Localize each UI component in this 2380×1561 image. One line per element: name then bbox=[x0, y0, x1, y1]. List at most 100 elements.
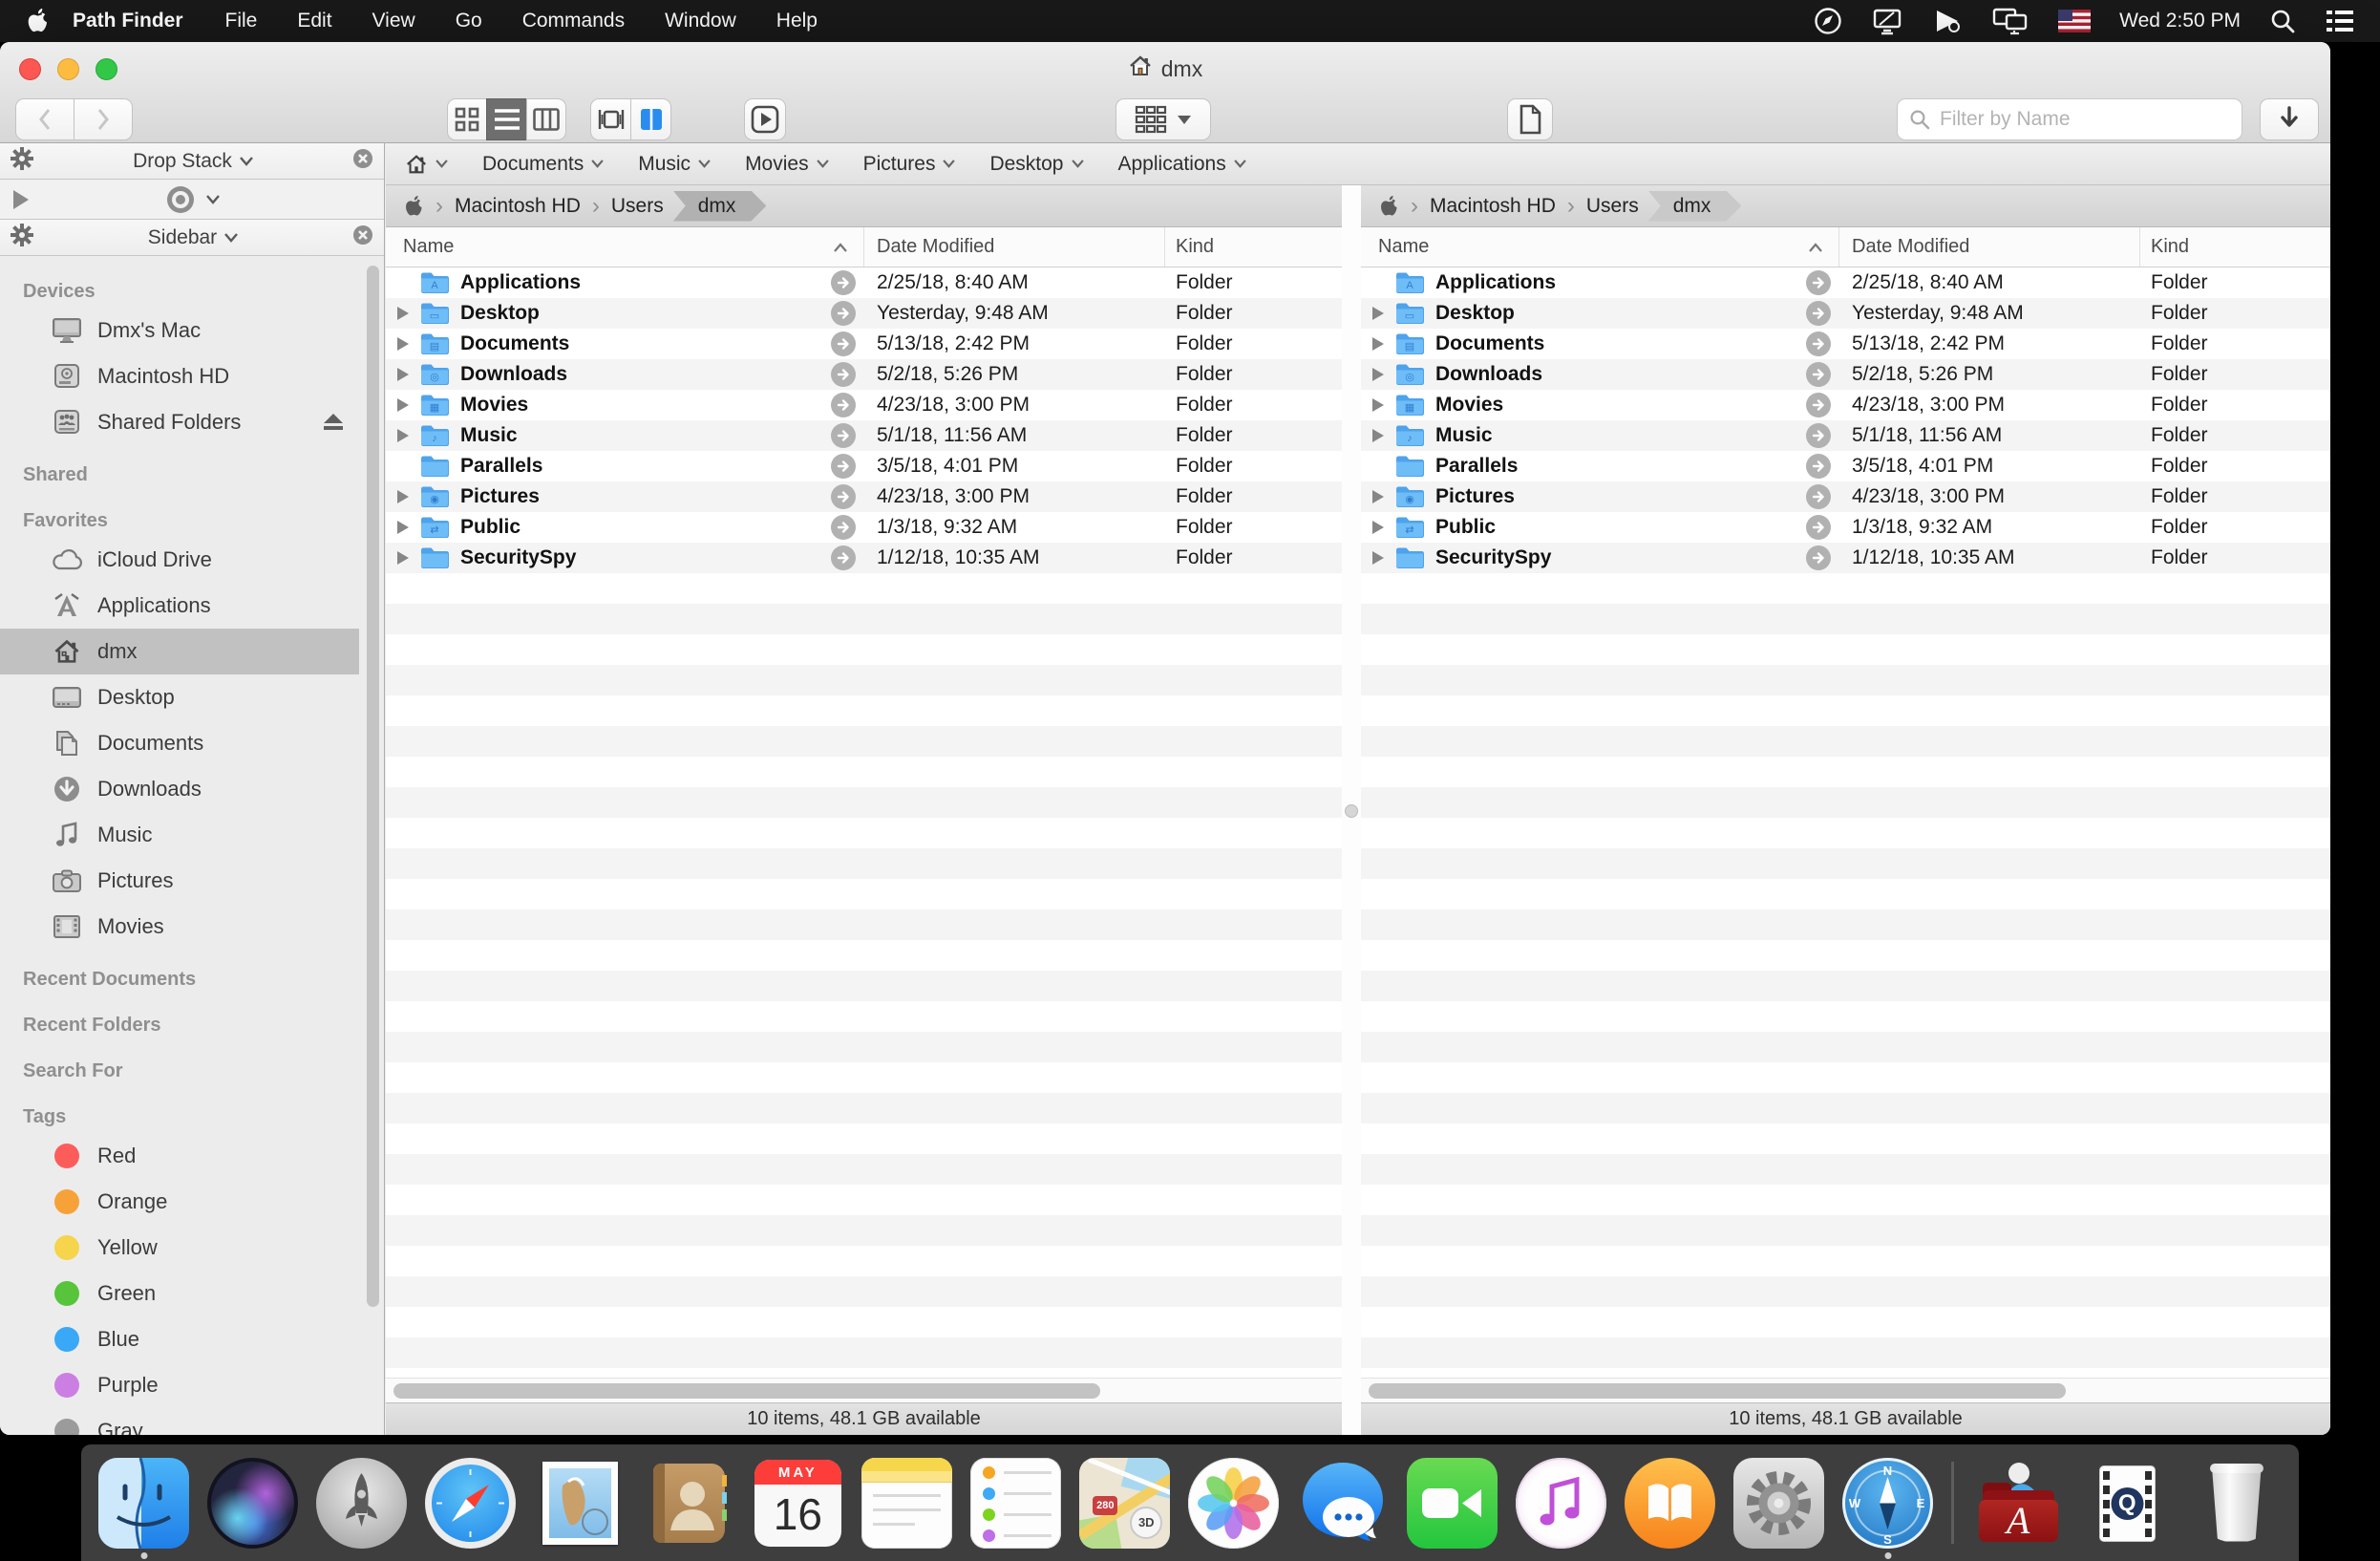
sidebar-scrollbar[interactable] bbox=[367, 262, 379, 1427]
single-pane-button[interactable] bbox=[590, 98, 631, 140]
horizontal-scrollbar[interactable] bbox=[386, 1378, 1342, 1402]
apple-icon[interactable] bbox=[403, 194, 424, 219]
apple-menu-icon[interactable] bbox=[25, 7, 50, 35]
disclosure-triangle-icon[interactable] bbox=[397, 551, 409, 565]
sidebar-item-dmx[interactable]: dmx bbox=[0, 629, 359, 674]
dock-itunes[interactable] bbox=[1516, 1458, 1606, 1549]
shortcut-music[interactable]: Music bbox=[638, 153, 711, 176]
sidebar-item-red[interactable]: Red bbox=[0, 1133, 359, 1179]
drop-stack-title[interactable]: Drop Stack bbox=[133, 150, 232, 173]
close-panel-icon[interactable] bbox=[351, 147, 374, 176]
forward-button[interactable] bbox=[74, 98, 133, 140]
reveal-arrow-button[interactable] bbox=[1806, 515, 1831, 540]
breadcrumb-item-users[interactable]: Users bbox=[611, 195, 664, 218]
reveal-arrow-button[interactable] bbox=[1806, 484, 1831, 509]
reveal-arrow-button[interactable] bbox=[1806, 454, 1831, 479]
download-arrow-button[interactable] bbox=[2260, 98, 2319, 140]
dual-pane-button-active[interactable] bbox=[630, 98, 671, 140]
apple-icon[interactable] bbox=[1378, 194, 1399, 219]
sidebar-panel-title[interactable]: Sidebar bbox=[148, 226, 217, 249]
file-row[interactable]: ⇄Public1/3/18, 9:32 AMFolder bbox=[386, 512, 1342, 543]
close-panel-icon[interactable] bbox=[351, 224, 374, 252]
file-row[interactable]: ◎Downloads5/2/18, 5:26 PMFolder bbox=[1361, 359, 2330, 390]
sidebar-item-yellow[interactable]: Yellow bbox=[0, 1225, 359, 1271]
dock-maps[interactable]: 2803D bbox=[1079, 1458, 1170, 1549]
dock-photos[interactable] bbox=[1188, 1458, 1279, 1549]
drop-stack-body[interactable] bbox=[0, 180, 384, 220]
dock-ibooks[interactable] bbox=[1625, 1458, 1715, 1549]
gear-icon[interactable] bbox=[10, 223, 34, 253]
sort-ascending-indicator[interactable] bbox=[1808, 227, 1823, 266]
sidebar-item-shared-folders[interactable]: Shared Folders bbox=[0, 399, 359, 445]
column-header-kind[interactable]: Kind bbox=[2151, 227, 2189, 266]
sidebar-item-downloads[interactable]: Downloads bbox=[0, 766, 359, 812]
shortcut-desktop[interactable]: Desktop bbox=[989, 153, 1083, 176]
menu-go[interactable]: Go bbox=[456, 10, 482, 32]
reveal-arrow-button[interactable] bbox=[831, 484, 856, 509]
column-header-name[interactable]: Name bbox=[403, 227, 454, 266]
reveal-arrow-button[interactable] bbox=[1806, 301, 1831, 326]
breadcrumb-item-root[interactable]: Macintosh HD bbox=[455, 195, 581, 218]
dock-reminders[interactable] bbox=[970, 1458, 1061, 1549]
file-row[interactable]: AApplications2/25/18, 8:40 AMFolder bbox=[1361, 267, 2330, 298]
file-row[interactable]: ▭DesktopYesterday, 9:48 AMFolder bbox=[386, 298, 1342, 329]
reveal-arrow-button[interactable] bbox=[831, 362, 856, 387]
disclosure-triangle-icon[interactable] bbox=[397, 368, 409, 381]
gear-icon[interactable] bbox=[10, 146, 34, 177]
reveal-arrow-button[interactable] bbox=[1806, 423, 1831, 448]
sidebar-item-desktop[interactable]: Desktop bbox=[0, 674, 359, 720]
dock-trash[interactable] bbox=[2191, 1458, 2282, 1549]
filter-input[interactable] bbox=[1938, 107, 2230, 132]
shortcut-applications[interactable]: Applications bbox=[1118, 153, 1246, 176]
info-document-button[interactable] bbox=[1507, 98, 1553, 140]
reveal-arrow-button[interactable] bbox=[831, 301, 856, 326]
notification-center-icon[interactable] bbox=[2325, 9, 2355, 33]
file-row[interactable]: SecuritySpy1/12/18, 10:35 AMFolder bbox=[1361, 543, 2330, 573]
sidebar-item-dmx-s-mac[interactable]: Dmx's Mac bbox=[0, 308, 359, 353]
sidebar-item-music[interactable]: Music bbox=[0, 812, 359, 858]
dock-contacts[interactable] bbox=[644, 1458, 734, 1549]
horizontal-scrollbar[interactable] bbox=[1361, 1378, 2330, 1402]
shortcut-pictures[interactable]: Pictures bbox=[863, 153, 956, 176]
disclosure-triangle-icon[interactable] bbox=[1372, 490, 1384, 503]
file-row[interactable]: ▤Documents5/13/18, 2:42 PMFolder bbox=[386, 329, 1342, 359]
disclosure-triangle-icon[interactable] bbox=[1372, 307, 1384, 320]
file-row[interactable]: ⇄Public1/3/18, 9:32 AMFolder bbox=[1361, 512, 2330, 543]
file-row[interactable]: ◎Downloads5/2/18, 5:26 PMFolder bbox=[386, 359, 1342, 390]
location-services-icon[interactable] bbox=[1814, 7, 1842, 35]
menu-file[interactable]: File bbox=[225, 10, 258, 32]
file-row[interactable]: Parallels3/5/18, 4:01 PMFolder bbox=[1361, 451, 2330, 481]
file-row[interactable]: ▦Movies4/23/18, 3:00 PMFolder bbox=[386, 390, 1342, 420]
displays-menu-icon[interactable] bbox=[1991, 7, 2029, 35]
reveal-arrow-button[interactable] bbox=[1806, 270, 1831, 295]
dock-acrobat[interactable]: A bbox=[1973, 1458, 2064, 1549]
menu-window[interactable]: Window bbox=[665, 10, 736, 32]
reveal-arrow-button[interactable] bbox=[1806, 362, 1831, 387]
file-row[interactable]: AApplications2/25/18, 8:40 AMFolder bbox=[386, 267, 1342, 298]
reveal-arrow-button[interactable] bbox=[1806, 545, 1831, 570]
sidebar-item-pictures[interactable]: Pictures bbox=[0, 858, 359, 904]
spotlight-search-icon[interactable] bbox=[2269, 8, 2296, 34]
column-header-name[interactable]: Name bbox=[1378, 227, 1429, 266]
file-row[interactable]: ▭DesktopYesterday, 9:48 AMFolder bbox=[1361, 298, 2330, 329]
file-row[interactable]: Parallels3/5/18, 4:01 PMFolder bbox=[386, 451, 1342, 481]
airplay-mirroring-icon[interactable] bbox=[1932, 7, 1963, 35]
sidebar-item-documents[interactable]: Documents bbox=[0, 720, 359, 766]
scrollbar-thumb[interactable] bbox=[393, 1383, 1100, 1399]
breadcrumb-item-users[interactable]: Users bbox=[1586, 195, 1639, 218]
column-header-date-modified[interactable]: Date Modified bbox=[877, 227, 994, 266]
icon-view-button[interactable] bbox=[447, 98, 487, 140]
filter-field[interactable] bbox=[1897, 98, 2242, 140]
sidebar-scrollbar-thumb[interactable] bbox=[367, 266, 379, 1307]
menu-edit[interactable]: Edit bbox=[297, 10, 331, 32]
disclosure-triangle-icon[interactable] bbox=[397, 490, 409, 503]
sidebar-item-applications[interactable]: Applications bbox=[0, 583, 359, 629]
sidebar-item-gray[interactable]: Gray bbox=[0, 1408, 359, 1435]
disclosure-triangle-icon[interactable] bbox=[1372, 551, 1384, 565]
disclosure-triangle-icon[interactable] bbox=[1372, 368, 1384, 381]
sidebar-item-movies[interactable]: Movies bbox=[0, 904, 359, 950]
reveal-arrow-button[interactable] bbox=[831, 331, 856, 356]
menu-help[interactable]: Help bbox=[776, 10, 818, 32]
display-menu-icon[interactable] bbox=[1871, 7, 1903, 35]
divider-drag-handle[interactable] bbox=[1345, 804, 1358, 818]
